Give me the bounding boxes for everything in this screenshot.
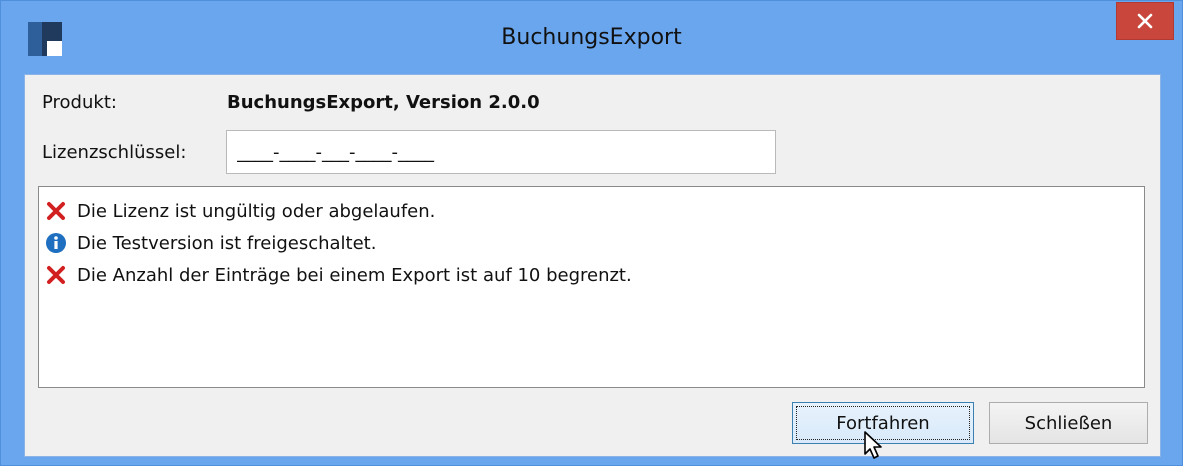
close-window-button[interactable] bbox=[1116, 2, 1174, 40]
message-list[interactable]: Die Lizenz ist ungültig oder abgelaufen.… bbox=[38, 186, 1145, 388]
license-label: Lizenzschlüssel: bbox=[42, 142, 187, 163]
close-icon bbox=[1137, 13, 1153, 29]
product-value: BuchungsExport, Version 2.0.0 bbox=[227, 92, 540, 113]
close-button-label: Schließen bbox=[1024, 412, 1113, 434]
message-text: Die Lizenz ist ungültig oder abgelaufen. bbox=[77, 200, 436, 222]
list-item: Die Testversion ist freigeschaltet. bbox=[45, 227, 1138, 259]
message-text: Die Testversion ist freigeschaltet. bbox=[77, 232, 377, 254]
error-x-icon bbox=[47, 266, 65, 284]
license-key-input[interactable] bbox=[226, 130, 776, 174]
product-label: Produkt: bbox=[42, 92, 117, 113]
info-icon bbox=[46, 233, 66, 253]
dialog-content: Produkt: BuchungsExport, Version 2.0.0 L… bbox=[24, 74, 1161, 457]
list-item: Die Lizenz ist ungültig oder abgelaufen. bbox=[45, 195, 1138, 227]
mouse-cursor-icon bbox=[864, 431, 882, 459]
close-button[interactable]: Schließen bbox=[989, 402, 1148, 444]
dialog-window: BuchungsExport Produkt: BuchungsExport, … bbox=[0, 0, 1183, 466]
list-item: Die Anzahl der Einträge bei einem Export… bbox=[45, 259, 1138, 291]
error-x-icon bbox=[47, 202, 65, 220]
title-bar[interactable]: BuchungsExport bbox=[1, 1, 1182, 75]
message-text: Die Anzahl der Einträge bei einem Export… bbox=[77, 264, 632, 286]
window-title: BuchungsExport bbox=[501, 25, 682, 50]
